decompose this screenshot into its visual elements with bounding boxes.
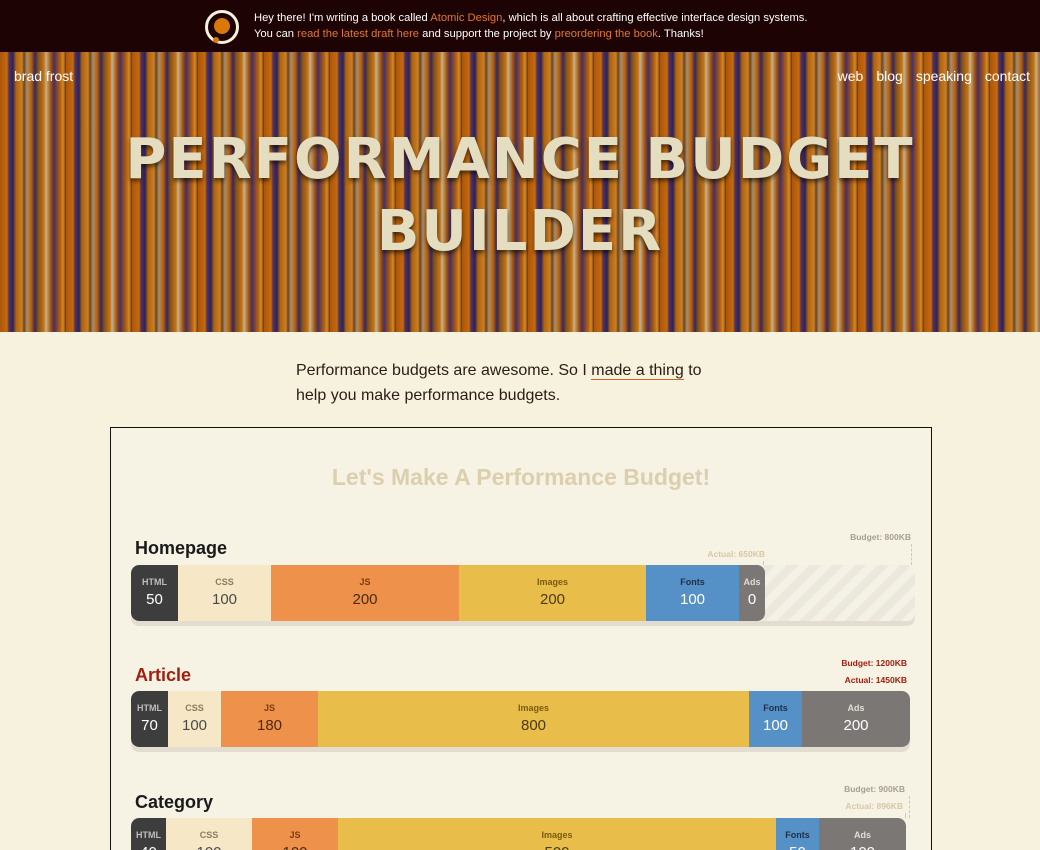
article-title: Article — [135, 665, 192, 685]
article-budget-label: Budget: 1200KB — [841, 658, 907, 668]
homepage-segment-html[interactable]: HTML 50 — [131, 565, 178, 621]
homepage-segment-ads[interactable]: Ads 0 — [739, 565, 765, 621]
segment-label: Images — [541, 830, 573, 840]
intro-text: Performance budgets are awesome. So I ma… — [296, 362, 702, 404]
nav-speaking[interactable]: speaking — [916, 68, 972, 84]
article-segment-images[interactable]: Images 800 — [318, 691, 749, 747]
article-actual-label: Actual: 1450KB — [844, 675, 907, 685]
category-segment-css[interactable]: CSS 100 — [166, 818, 252, 850]
preorder-link[interactable]: preordering the book — [555, 28, 658, 40]
category-budget-bar: HTML 40 CSS 100 JS 100 Images 500 Fonts 50 Ads 100 — [131, 818, 906, 850]
segment-value: 100 — [819, 844, 906, 850]
article-budget-track: HTML 70 CSS 100 JS 180 Images 800 Fonts 100 Ads 200 — [131, 691, 910, 747]
brand-link[interactable]: brad frost — [14, 68, 73, 84]
category-segment-images[interactable]: Images 500 — [338, 818, 776, 850]
segment-label: Ads — [853, 830, 871, 840]
segment-value: 40 — [131, 844, 166, 850]
homepage-actual-label: Actual: 650KB — [707, 549, 765, 559]
page-title: PERFORMANCE BUDGET BUILDER — [125, 127, 915, 264]
segment-label: Images — [517, 703, 550, 713]
segment-value: 50 — [776, 844, 819, 850]
category-budget-marker — [909, 796, 910, 818]
segment-label: CSS — [215, 577, 234, 587]
category-actual-label: Actual: 896KB — [845, 801, 903, 811]
category-budget-track: HTML 40 CSS 100 JS 100 Images 500 Fonts 50 Ads 100 — [131, 818, 906, 850]
segment-value: 100 — [762, 717, 789, 734]
nav-blog[interactable]: blog — [876, 68, 902, 84]
segment-label: JS — [359, 577, 371, 587]
nav-contact[interactable]: contact — [985, 68, 1030, 84]
announcement-text: Hey there! I'm writing a book called Ato… — [254, 12, 808, 40]
segment-value: 200 — [539, 591, 566, 608]
homepage-title: Homepage — [135, 538, 228, 558]
article-segment-css[interactable]: CSS 100 — [168, 691, 221, 747]
segment-value: 180 — [256, 717, 283, 734]
segment-value: 800 — [520, 717, 547, 734]
segment-value: 200 — [352, 591, 378, 608]
segment-label: CSS — [199, 830, 219, 840]
category-segment-ads[interactable]: Ads 100 — [819, 818, 906, 850]
segment-label: JS — [263, 703, 275, 713]
segment-value: 100 — [252, 844, 338, 850]
read-draft-link[interactable]: read the latest draft here — [297, 28, 419, 40]
article-segment-ads[interactable]: Ads 200 — [802, 691, 910, 747]
segment-value: 70 — [141, 717, 158, 734]
segment-label: Ads — [847, 703, 865, 713]
segment-label: HTML — [142, 577, 167, 587]
segment-value: 100 — [679, 591, 706, 608]
segment-label: Images — [536, 577, 569, 587]
segment-value: 500 — [338, 844, 776, 850]
announcement-bar: Hey there! I'm writing a book called Ato… — [0, 0, 1040, 52]
article-segment-html[interactable]: HTML 70 — [131, 691, 168, 747]
segment-value: 100 — [166, 844, 252, 850]
nav-web[interactable]: web — [838, 68, 864, 84]
segment-value: 0 — [747, 591, 757, 608]
homepage-budget-track: HTML 50 CSS 100 JS 200 Images 200 Fonts 100 Ads 0 — [131, 565, 915, 621]
segment-label: JS — [289, 830, 301, 840]
segment-label: Fonts — [680, 577, 705, 587]
category-segment-fonts[interactable]: Fonts 50 — [776, 818, 819, 850]
category-budget-label: Budget: 900KB — [844, 784, 905, 794]
main-nav: web blog speaking contact — [838, 68, 1030, 84]
homepage-segment-js[interactable]: JS 200 — [271, 565, 459, 621]
segment-label: CSS — [185, 703, 204, 713]
homepage-segment-fonts[interactable]: Fonts 100 — [646, 565, 739, 621]
homepage-budget-bar: HTML 50 CSS 100 JS 200 Images 200 Fonts 100 Ads 0 — [131, 565, 765, 621]
builder-title: Let's Make A Performance Budget! — [331, 464, 711, 490]
homepage-budget-marker — [911, 544, 912, 565]
segment-label: HTML — [137, 703, 162, 713]
category-segment-js[interactable]: JS 100 — [252, 818, 338, 850]
logo-icon[interactable] — [205, 10, 239, 44]
atomic-design-link[interactable]: Atomic Design — [430, 12, 502, 24]
segment-value: 50 — [146, 591, 163, 608]
article-segment-fonts[interactable]: Fonts 100 — [749, 691, 802, 747]
segment-label: Ads — [743, 577, 761, 587]
segment-value: 100 — [181, 717, 208, 734]
segment-label: Fonts — [763, 703, 788, 713]
segment-value: 100 — [211, 591, 238, 608]
article-budget-bar: HTML 70 CSS 100 JS 180 Images 800 Fonts 100 Ads 200 — [131, 691, 910, 747]
homepage-budget-label: Budget: 800KB — [850, 532, 911, 542]
segment-value: 200 — [843, 717, 869, 734]
segment-label: Fonts — [785, 830, 810, 840]
segment-label: HTML — [136, 830, 161, 840]
category-segment-html[interactable]: HTML 40 — [131, 818, 166, 850]
article-segment-js[interactable]: JS 180 — [221, 691, 318, 747]
made-a-thing-link[interactable]: made a thing — [591, 362, 684, 380]
category-title: Category — [135, 792, 214, 812]
hero-header: brad frost web blog speaking contact PER… — [0, 52, 1040, 332]
homepage-segment-css[interactable]: CSS 100 — [178, 565, 271, 621]
builder-screenshot: Let's Make A Performance Budget! Homepag… — [110, 427, 932, 850]
homepage-segment-images[interactable]: Images 200 — [459, 565, 646, 621]
